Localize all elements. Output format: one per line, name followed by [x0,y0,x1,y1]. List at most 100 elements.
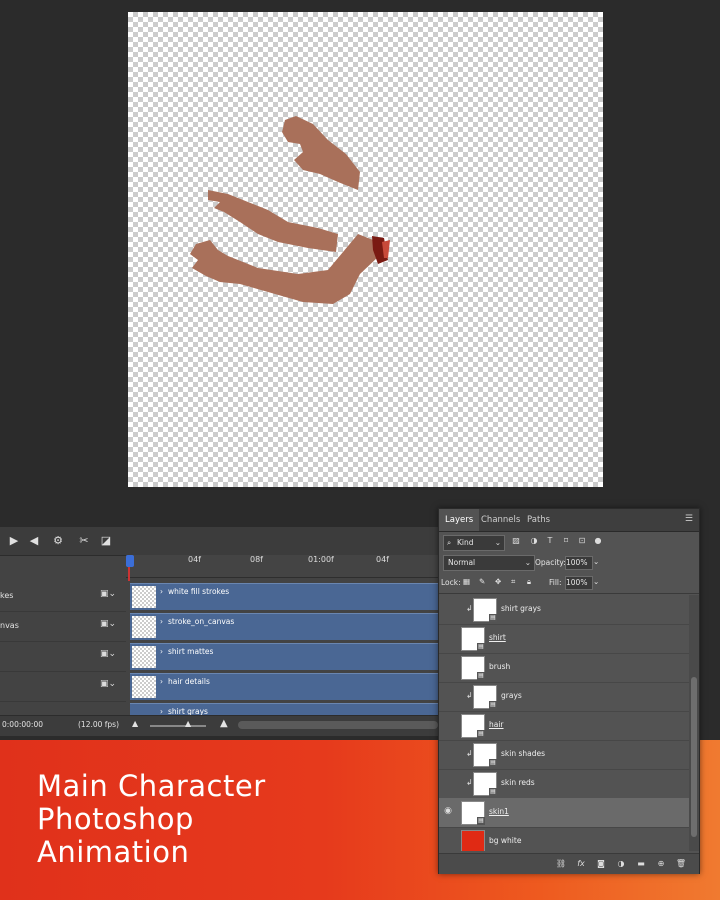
layer-name: skin shades [501,749,546,758]
timeline-scrollbar[interactable] [238,721,438,729]
panel-menu-icon[interactable]: ☰ [685,514,693,524]
layer-thumbnail[interactable]: ▤ [461,627,485,651]
frame-rate: (12.00 fps) [78,720,120,729]
visibility-eye-icon[interactable]: ◉ [443,806,453,816]
layer-thumbnail[interactable]: ▤ [473,598,497,622]
fill-input[interactable]: 100% [565,576,593,590]
layer-thumbnail[interactable]: ▤ [461,714,485,738]
visibility-eye-icon[interactable] [443,661,453,671]
smart-object-filter-icon[interactable]: ⊡ [577,536,587,546]
banner-title: Main Character Photoshop Animation [37,770,266,869]
film-icon[interactable]: ▣⌄ [100,619,116,629]
layer-thumbnail[interactable]: ▤ [461,801,485,825]
timeline-track[interactable]: › shirt mattes [130,643,440,670]
chevron-down-icon: ⌄ [524,558,531,567]
layer-thumbnail[interactable]: ▤ [473,772,497,796]
layer-row[interactable]: ↲ ▤ skin reds [439,769,689,799]
lock-move-icon[interactable]: ✥ [495,577,501,586]
layer-thumbnail[interactable]: ▤ [473,685,497,709]
timeline-ruler[interactable]: 04f 08f 01:00f 04f [126,555,440,578]
visibility-eye-icon[interactable] [443,719,453,729]
play-icon[interactable]: ▶︎ [4,530,24,550]
settings-gear-icon[interactable]: ⚙ [48,530,68,550]
layer-list: ↲ ▤ shirt grays ▤ shirt ▤ brush ↲ ▤ grays ▤ hair ↲ ▤ s… [439,595,689,851]
visibility-eye-icon[interactable] [443,690,453,700]
chevron-down-icon: ⌄ [494,538,501,547]
frame-animation-icon: ▤ [489,701,497,709]
timeline-track[interactable]: › hair details [130,673,440,700]
layer-row[interactable]: ▤ shirt [439,624,689,654]
layer-row[interactable]: ↲ ▤ shirt grays [439,595,689,625]
scissors-icon[interactable]: ✂ [74,530,94,550]
scrollbar-thumb[interactable] [691,677,697,837]
visibility-eye-icon[interactable] [443,777,453,787]
film-icon[interactable]: ▣⌄ [100,589,116,599]
document-canvas[interactable] [128,12,603,487]
new-group-icon[interactable]: ▬ [635,858,647,870]
kind-filter-select[interactable]: ⌕ Kind ⌄ [443,535,505,551]
zoom-slider[interactable] [150,725,206,727]
add-mask-icon[interactable]: ◙ [595,858,607,870]
adjustment-filter-icon[interactable]: ◑ [529,536,539,546]
opacity-input[interactable]: 100% [565,556,593,570]
trash-icon[interactable]: 🗑︎ [675,858,687,870]
visibility-eye-icon[interactable] [443,632,453,642]
tab-paths[interactable]: Paths [521,509,556,531]
layer-row[interactable]: ▤ brush [439,653,689,683]
visibility-eye-icon[interactable] [443,748,453,758]
artwork-skin-strokes [190,116,390,304]
layer-name: skin reds [501,778,535,787]
blend-mode-select[interactable]: Normal ⌄ [443,555,535,571]
layer-thumbnail[interactable]: ▤ [473,743,497,767]
chevron-right-icon[interactable]: › [160,587,163,596]
lock-artboard-icon[interactable]: ⌗ [511,577,515,587]
timeline-track[interactable]: › white fill strokes [130,583,440,610]
timeline-row-label[interactable]: nvas ▣⌄ [0,611,126,642]
tab-layers[interactable]: Layers [439,509,480,531]
playhead-handle[interactable] [126,555,134,567]
layers-panel: Layers Channels Paths ☰ ⌕ Kind ⌄ ▨ ◑ T ⌑… [438,508,700,874]
pixel-filter-icon[interactable]: ▨ [511,536,521,546]
film-icon[interactable]: ▣⌄ [100,679,116,689]
chevron-down-icon[interactable]: ⌄ [593,577,599,586]
layer-thumbnail[interactable] [461,830,485,851]
filter-toggle-icon[interactable]: ● [593,536,603,546]
timeline-track[interactable]: › stroke_on_canvas [130,613,440,640]
lock-all-icon[interactable]: 🔒︎ [527,577,531,587]
shape-filter-icon[interactable]: ⌑ [561,536,571,546]
previous-frame-icon[interactable]: ◀ [24,530,44,550]
film-icon[interactable]: ▣⌄ [100,649,116,659]
frame-animation-icon: ▤ [477,672,485,680]
zoom-slider-handle[interactable]: ▲ [185,719,191,728]
layer-row[interactable]: bg white [439,827,689,851]
timeline-row-label[interactable]: ▣⌄ [0,641,126,672]
zoom-in-icon[interactable]: ▲ [220,718,228,729]
new-layer-icon[interactable]: ⊕ [655,858,667,870]
chevron-right-icon[interactable]: › [160,677,163,686]
lock-transparent-icon[interactable]: ▦ [463,577,470,586]
chevron-down-icon[interactable]: ⌄ [593,557,599,566]
title-line: Animation [37,835,190,869]
layer-thumbnail[interactable]: ▤ [461,656,485,680]
layer-filter-row: ⌕ Kind ⌄ ▨ ◑ T ⌑ ⊡ ● [439,531,699,553]
fx-icon[interactable]: fx [575,858,587,870]
transition-icon[interactable]: ◪ [96,530,116,550]
timeline-row-label[interactable]: ▣⌄ [0,671,126,702]
layer-row[interactable]: ◉ ▤ skin1 [439,798,689,828]
tab-channels[interactable]: Channels [475,509,526,531]
visibility-eye-icon[interactable] [443,603,453,613]
layer-list-scrollbar[interactable] [689,595,699,851]
layer-row[interactable]: ↲ ▤ skin shades [439,740,689,770]
link-layers-icon[interactable]: ⛓ [555,858,567,870]
zoom-out-icon[interactable]: ▲ [132,719,138,728]
adjustment-layer-icon[interactable]: ◑ [615,858,627,870]
frame-animation-icon: ▤ [477,817,485,825]
chevron-right-icon[interactable]: › [160,617,163,626]
type-filter-icon[interactable]: T [545,536,555,546]
layer-row[interactable]: ↲ ▤ grays [439,682,689,712]
lock-brush-icon[interactable]: ✎ [479,577,485,586]
timeline-row-label[interactable]: kes ▣⌄ [0,581,126,612]
chevron-right-icon[interactable]: › [160,647,163,656]
layer-row[interactable]: ▤ hair [439,711,689,741]
visibility-eye-icon[interactable] [443,835,453,845]
